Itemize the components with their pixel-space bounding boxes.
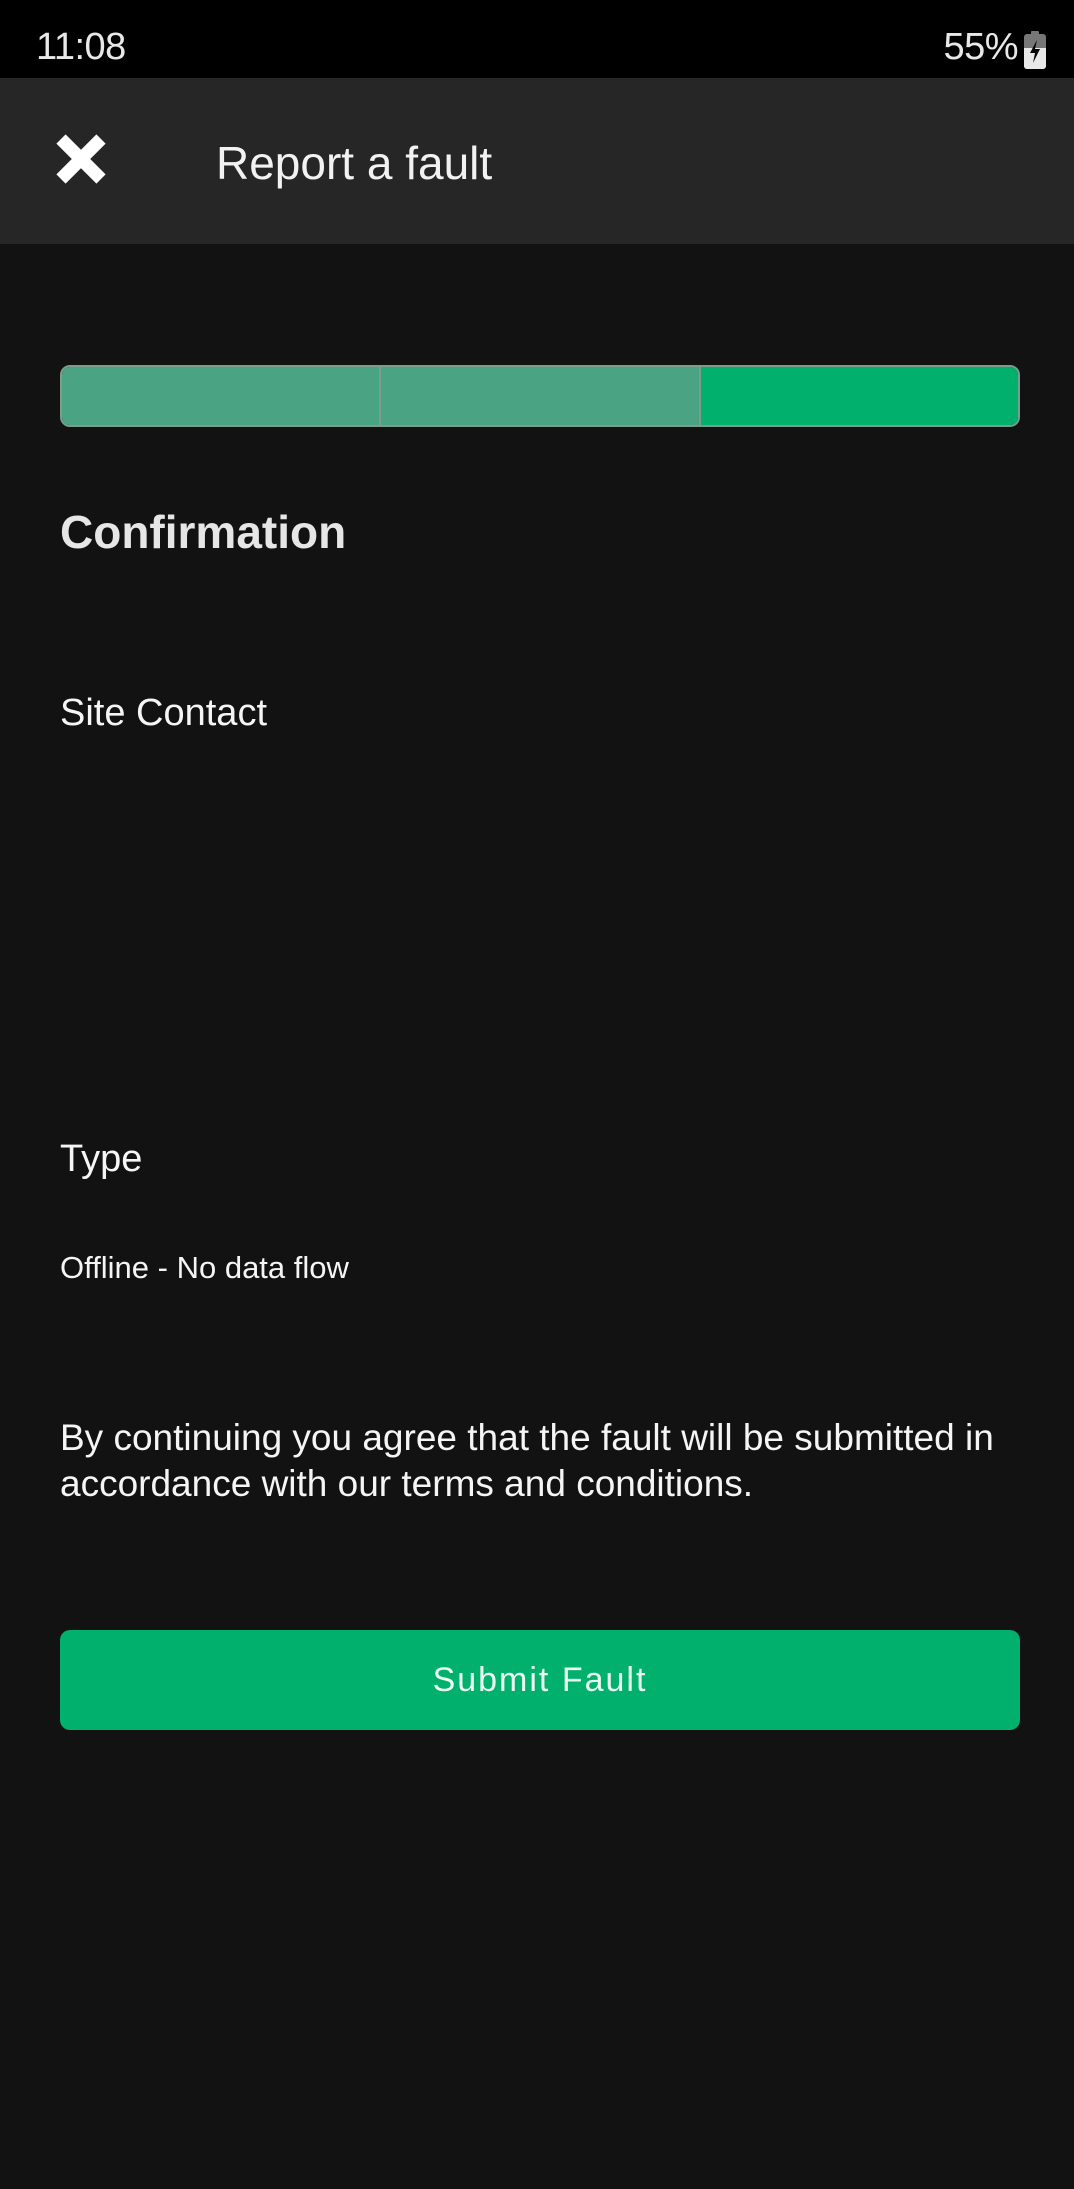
- submit-fault-button[interactable]: Submit Fault: [60, 1630, 1020, 1730]
- app-bar: Report a fault: [0, 78, 1074, 244]
- page-title: Report a fault: [216, 137, 493, 189]
- status-time: 11:08: [36, 26, 126, 68]
- progress-step-3: [698, 367, 1018, 425]
- battery-percent: 55%: [943, 26, 1018, 68]
- progress-step-2: [379, 367, 699, 425]
- close-icon: [55, 133, 107, 190]
- section-title: Confirmation: [60, 506, 347, 558]
- type-label: Type: [60, 1138, 143, 1180]
- status-right: 55%: [943, 26, 1046, 69]
- progress-step-1: [62, 367, 380, 425]
- status-bar: 11:08 55%: [0, 0, 1074, 78]
- terms-text: By continuing you agree that the fault w…: [60, 1417, 994, 1504]
- step-progress-bar: [60, 365, 1020, 427]
- battery-charging-icon: [1024, 30, 1046, 69]
- type-value: Offline - No data flow: [60, 1250, 349, 1285]
- close-button[interactable]: [48, 128, 114, 194]
- site-contact-label: Site Contact: [60, 692, 267, 734]
